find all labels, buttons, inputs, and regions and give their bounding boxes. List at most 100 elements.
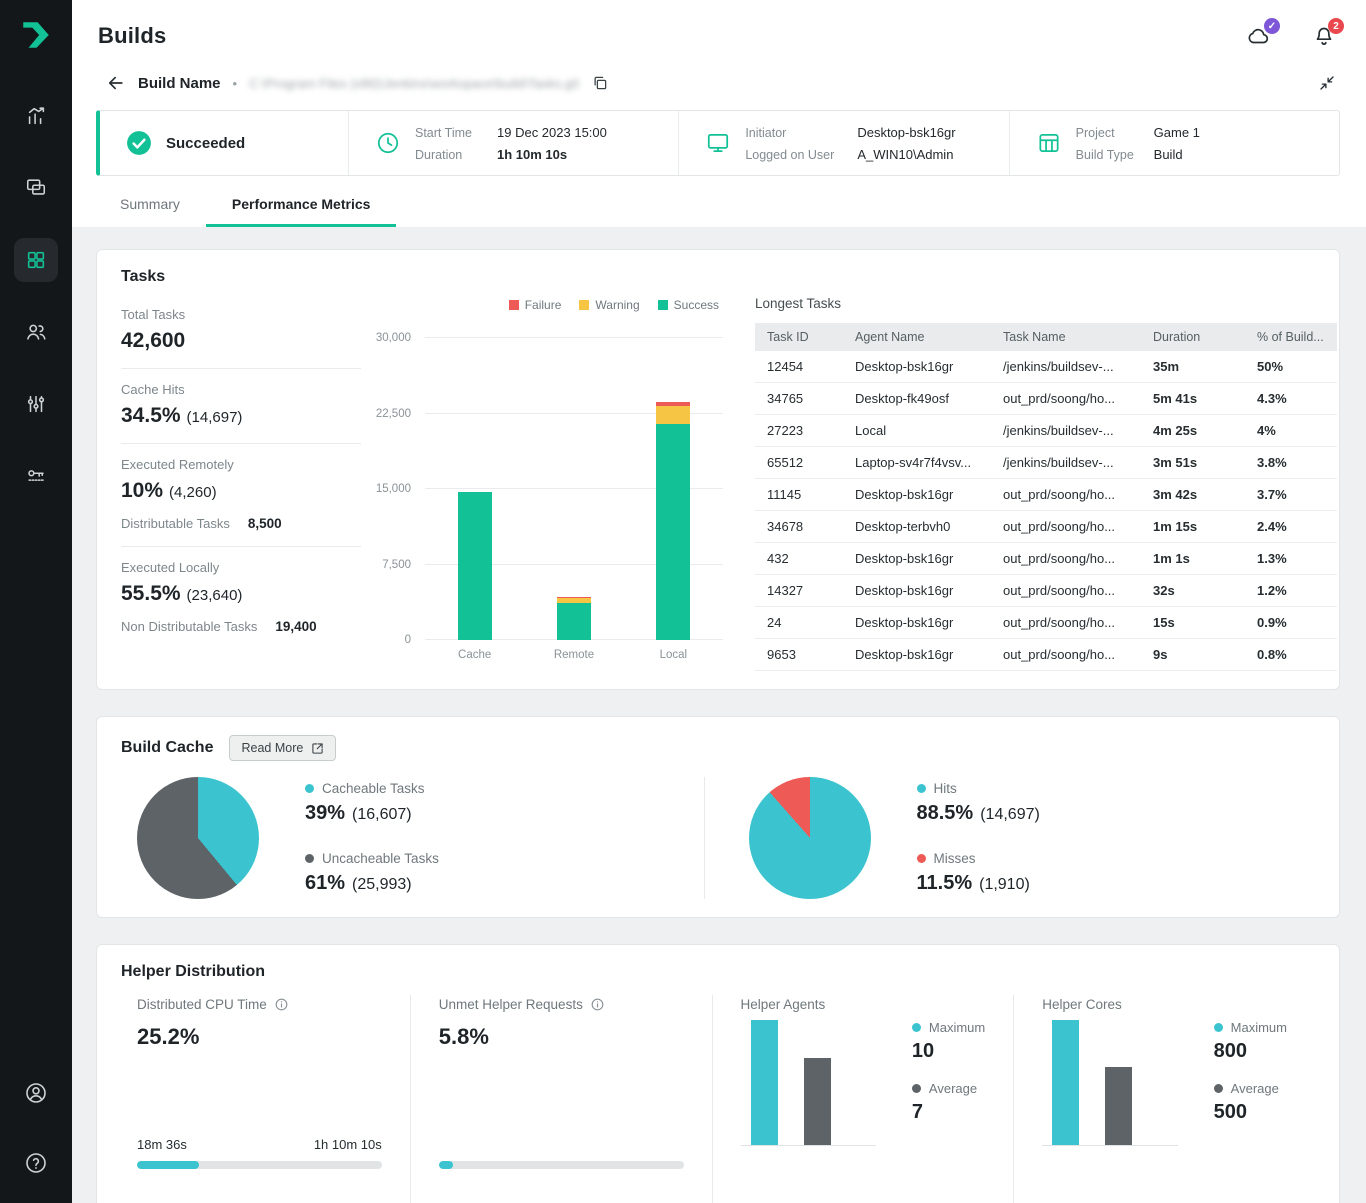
sidebar-item-users[interactable] xyxy=(14,310,58,354)
metric-label: Helper Cores xyxy=(1042,997,1122,1012)
table-cell: 2.4% xyxy=(1245,511,1337,543)
collapse-button[interactable] xyxy=(1318,74,1336,92)
top-bar: Builds ✓ 2 xyxy=(72,0,1366,62)
table-cell: Desktop-bsk16gr xyxy=(843,479,991,511)
legend-label: Misses xyxy=(934,851,976,866)
legend-dot xyxy=(305,784,314,793)
legend-label: Maximum xyxy=(929,1020,985,1035)
table-row[interactable]: 9653Desktop-bsk16grout_prd/soong/ho...9s… xyxy=(755,639,1337,671)
table-cell: 9s xyxy=(1141,639,1245,671)
table-row[interactable]: 65512Laptop-sv4r7f4vsv.../jenkins/builds… xyxy=(755,447,1337,479)
table-cell: 4.3% xyxy=(1245,383,1337,415)
table-row[interactable]: 11145Desktop-bsk16grout_prd/soong/ho...3… xyxy=(755,479,1337,511)
builds-grid-icon xyxy=(25,249,47,271)
sidebar-item-help[interactable] xyxy=(14,1141,58,1185)
table-cell: 3m 51s xyxy=(1141,447,1245,479)
notifications-button[interactable]: 2 xyxy=(1312,24,1336,48)
x-axis: CacheRemoteLocal xyxy=(425,649,723,661)
column-header[interactable]: Task Name xyxy=(991,323,1141,351)
field-value: 1h 10m 10s xyxy=(497,147,567,162)
table-cell: Laptop-sv4r7f4vsv... xyxy=(843,447,991,479)
table-row[interactable]: 432Desktop-bsk16grout_prd/soong/ho...1m … xyxy=(755,543,1337,575)
legend-dot xyxy=(917,854,926,863)
sidebar-item-builds[interactable] xyxy=(14,238,58,282)
table-cell: 1m 1s xyxy=(1141,543,1245,575)
table-row[interactable]: 12454Desktop-bsk16gr/jenkins/buildsev-..… xyxy=(755,351,1337,383)
legend-percent: 39% xyxy=(305,802,345,824)
cloud-badge: ✓ xyxy=(1264,18,1280,34)
column-header[interactable]: Duration xyxy=(1141,323,1245,351)
legend-value: 7 xyxy=(912,1101,985,1124)
copy-button[interactable] xyxy=(591,74,609,92)
build-cache-card: Build Cache Read More Cacheable Tasks 39… xyxy=(96,716,1340,918)
build-name-label: Build Name xyxy=(138,75,221,92)
table-row[interactable]: 34765Desktop-fk49osfout_prd/soong/ho...5… xyxy=(755,383,1337,415)
table-row[interactable]: 27223Local/jenkins/buildsev-...4m 25s4% xyxy=(755,415,1337,447)
app: Builds ✓ 2 Build Name • C:\Program Files… xyxy=(0,0,1366,1203)
helper-cores-chart xyxy=(1042,1020,1177,1146)
sidebar-item-settings[interactable] xyxy=(14,382,58,426)
legend-dot xyxy=(1214,1084,1223,1093)
maximum-bar xyxy=(751,1020,778,1145)
stat-value: 42,600 xyxy=(121,329,361,353)
back-button[interactable] xyxy=(106,73,126,93)
app-logo[interactable] xyxy=(17,16,55,54)
helper-agents: Helper Agents Maximum 10 xyxy=(712,995,1014,1203)
tab-performance-metrics[interactable]: Performance Metrics xyxy=(206,188,397,227)
table-cell: 34678 xyxy=(755,511,843,543)
info-icon[interactable] xyxy=(274,997,289,1012)
field-value: Desktop-bsk16gr xyxy=(857,125,955,140)
stacked-bar xyxy=(458,338,492,640)
tab-summary[interactable]: Summary xyxy=(94,188,206,227)
field-label: Duration xyxy=(415,148,497,162)
read-more-button[interactable]: Read More xyxy=(229,735,336,761)
longest-tasks-table: Task IDAgent NameTask NameDuration% of B… xyxy=(755,323,1337,671)
table-header-row: Task IDAgent NameTask NameDuration% of B… xyxy=(755,323,1337,351)
sidebar-item-license[interactable] xyxy=(14,454,58,498)
table-cell: 12454 xyxy=(755,351,843,383)
chart-legend: FailureWarningSuccess xyxy=(375,298,719,312)
bar-segment-success xyxy=(656,424,690,640)
column-header[interactable]: Task ID xyxy=(755,323,843,351)
copy-icon xyxy=(591,74,609,92)
table-cell: 432 xyxy=(755,543,843,575)
x-label: Local xyxy=(624,649,723,661)
sidebar-item-analytics[interactable] xyxy=(14,94,58,138)
field-label: Project xyxy=(1076,126,1154,140)
stat-subrow: Non Distributable Tasks19,400 xyxy=(121,619,361,634)
table-row[interactable]: 24Desktop-bsk16grout_prd/soong/ho...15s0… xyxy=(755,607,1337,639)
table-row[interactable]: 14327Desktop-bsk16grout_prd/soong/ho...3… xyxy=(755,575,1337,607)
legend-percent: 61% xyxy=(305,872,345,894)
table-cell: /jenkins/buildsev-... xyxy=(991,447,1141,479)
column-header[interactable]: Agent Name xyxy=(843,323,991,351)
cloud-status-button[interactable]: ✓ xyxy=(1244,24,1272,48)
table-cell: /jenkins/buildsev-... xyxy=(991,351,1141,383)
table-row[interactable]: 34678Desktop-terbvh0out_prd/soong/ho...1… xyxy=(755,511,1337,543)
field-label: Start Time xyxy=(415,126,497,140)
legend-percent: 11.5% xyxy=(917,872,973,894)
helper-distribution-title: Helper Distribution xyxy=(121,963,1315,981)
table-cell: out_prd/soong/ho... xyxy=(991,575,1141,607)
table-cell: out_prd/soong/ho... xyxy=(991,543,1141,575)
legend-uncacheable: Uncacheable Tasks 61%(25,993) xyxy=(305,851,439,895)
sidebar-item-profile[interactable] xyxy=(14,1071,58,1115)
table-cell: 11145 xyxy=(755,479,843,511)
info-icon[interactable] xyxy=(590,997,605,1012)
settings-sliders-icon xyxy=(25,393,47,415)
bar-segment-success xyxy=(557,603,591,640)
project-grid-icon xyxy=(1036,130,1062,156)
metric-label: Helper Agents xyxy=(741,997,826,1012)
table-cell: 5m 41s xyxy=(1141,383,1245,415)
table-cell: 3.8% xyxy=(1245,447,1337,479)
stat-value: 10%(4,260) xyxy=(121,479,361,503)
legend-label: Average xyxy=(1231,1081,1279,1096)
column-header[interactable]: % of Build... xyxy=(1245,323,1337,351)
legend-count: (16,607) xyxy=(352,806,412,823)
sidebar-item-agents[interactable] xyxy=(14,166,58,210)
build-status: Succeeded xyxy=(166,135,245,152)
table-cell: Desktop-bsk16gr xyxy=(843,543,991,575)
incredibuild-logo-icon xyxy=(19,18,53,52)
unmet-helper-requests: Unmet Helper Requests 5.8% xyxy=(410,995,712,1203)
field-value: 19 Dec 2023 15:00 xyxy=(497,125,607,140)
tasks-card-title: Tasks xyxy=(121,268,1315,286)
